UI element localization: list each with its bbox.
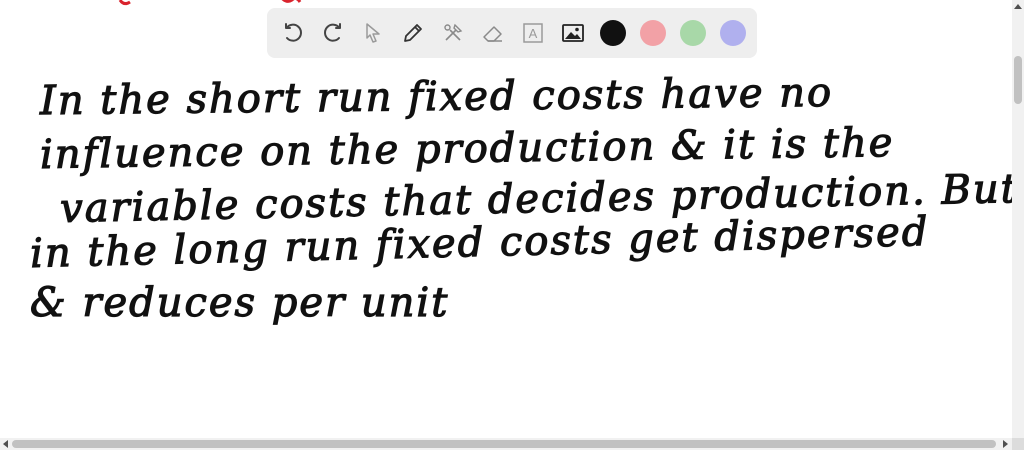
scroll-up-arrow-icon[interactable]	[1014, 4, 1022, 9]
handwritten-note: In the short run fixed costs have no inf…	[0, 0, 1012, 438]
note-line-1: In the short run fixed costs have no	[39, 69, 834, 125]
note-line-2: influence on the production & it is the	[39, 119, 895, 178]
scroll-left-arrow-icon[interactable]	[3, 440, 8, 448]
note-line-5: & reduces per unit	[29, 279, 450, 326]
scroll-right-arrow-icon[interactable]	[1003, 440, 1008, 448]
vertical-scrollbar[interactable]	[1012, 0, 1024, 438]
scrollbar-corner	[1012, 438, 1024, 450]
horizontal-scroll-thumb[interactable]	[12, 440, 996, 448]
vertical-scroll-thumb[interactable]	[1014, 56, 1022, 104]
horizontal-scrollbar[interactable]	[0, 438, 1024, 450]
whiteboard-canvas[interactable]: A In the short run fixed costs have no i…	[0, 0, 1012, 438]
